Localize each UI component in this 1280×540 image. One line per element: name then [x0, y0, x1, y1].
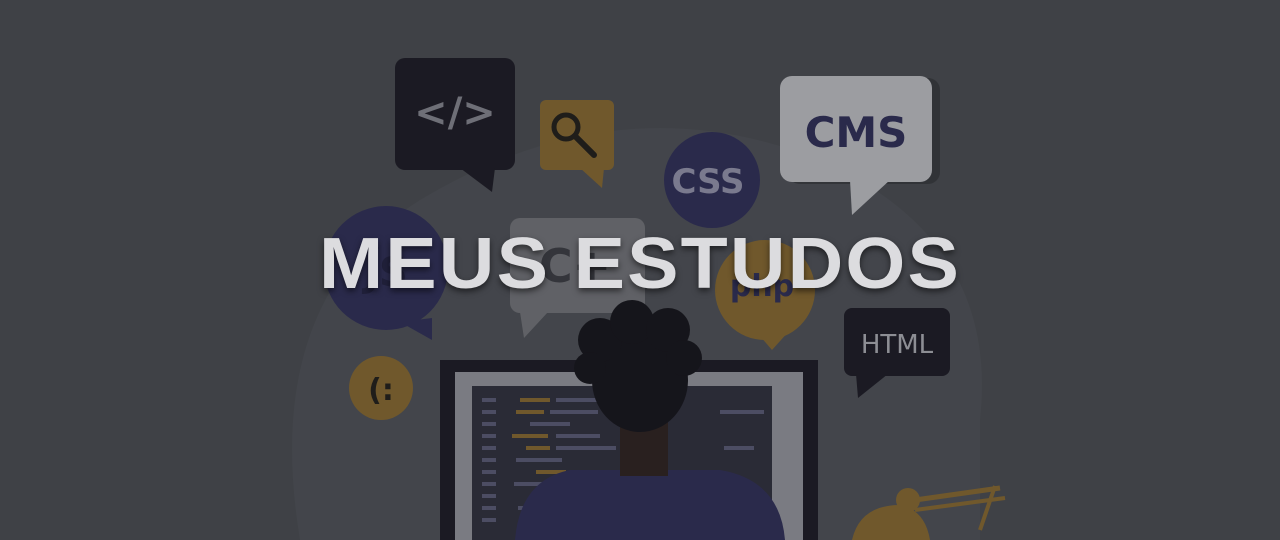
page-title: MEUS ESTUDOS: [318, 224, 962, 304]
hero-banner: </> CSS CMS JS C+ php HTML (: MEUS ESTUD…: [0, 0, 1280, 540]
